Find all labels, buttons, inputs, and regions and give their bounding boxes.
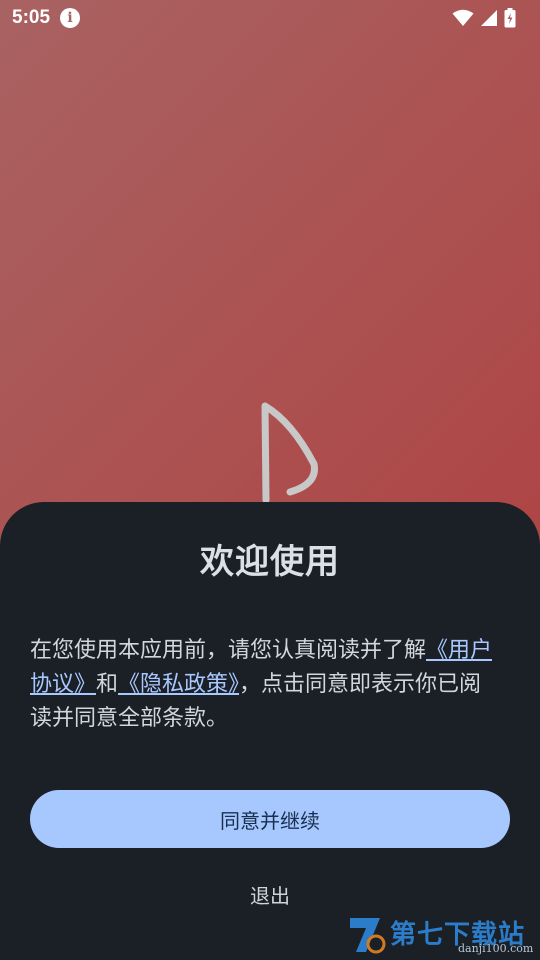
dialog-body: 在您使用本应用前，请您认真阅读并了解《用户协议》和《隐私政策》，点击同意即表示你… [30,634,500,736]
signal-icon [481,10,497,26]
status-bar: 5:05 i [0,0,540,36]
dialog-title: 欢迎使用 [200,542,340,582]
body-text-intro: 在您使用本应用前，请您认真阅读并了解 [30,638,427,663]
watermark-url: danji100.com [458,942,534,955]
watermark: 第七下载站 danji100.com [346,912,540,960]
app-logo-d-icon [261,402,318,504]
body-text-and: 和 [96,672,119,697]
status-icons [452,8,516,28]
watermark-logo-icon [350,918,386,954]
exit-button[interactable]: 退出 [210,872,330,916]
info-icon: i [60,8,81,28]
battery-charging-icon [504,8,516,28]
agree-continue-button[interactable]: 同意并继续 [30,790,510,848]
status-time: 5:05 [12,7,51,28]
privacy-policy-link[interactable]: 《隐私政策》 [118,672,239,697]
wifi-icon [452,9,474,26]
